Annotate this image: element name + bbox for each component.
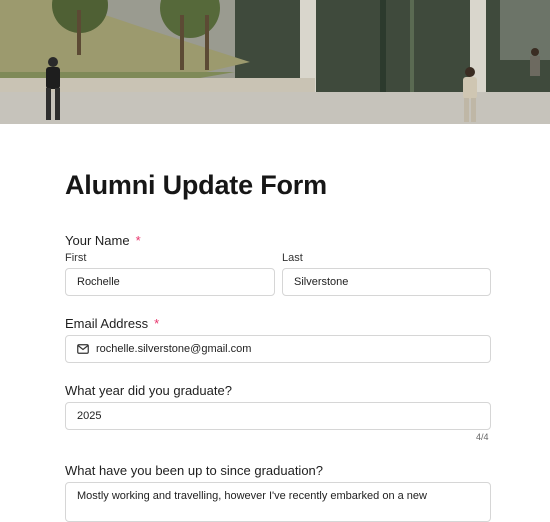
grad-year-label: What year did you graduate? xyxy=(65,383,232,398)
name-label-text: Your Name xyxy=(65,233,130,248)
last-name-value: Silverstone xyxy=(294,276,349,288)
email-label-text: Email Address xyxy=(65,316,149,331)
since-grad-label: What have you been up to since graduatio… xyxy=(65,463,324,478)
email-value: rochelle.silverstone@gmail.com xyxy=(96,343,252,355)
since-grad-value: Mostly working and travelling, however I… xyxy=(77,490,427,502)
mail-icon xyxy=(77,344,89,354)
campus-photo xyxy=(0,0,550,124)
first-name-label: First xyxy=(65,252,87,264)
header-photo xyxy=(0,0,550,124)
email-label: Email Address * xyxy=(65,316,159,331)
grad-year-input[interactable]: 2025 xyxy=(65,402,491,430)
first-name-value: Rochelle xyxy=(77,276,120,288)
since-grad-textarea[interactable]: Mostly working and travelling, however I… xyxy=(65,482,491,522)
last-name-input[interactable]: Silverstone xyxy=(282,268,491,296)
first-name-input[interactable]: Rochelle xyxy=(65,268,275,296)
grad-year-value: 2025 xyxy=(77,410,102,422)
name-label: Your Name * xyxy=(65,233,141,248)
required-asterisk: * xyxy=(135,233,141,248)
required-asterisk: * xyxy=(154,316,160,331)
char-counter: 4/4 xyxy=(476,432,489,442)
page-title: Alumni Update Form xyxy=(65,170,327,200)
email-input[interactable]: rochelle.silverstone@gmail.com xyxy=(65,335,491,363)
last-name-label: Last xyxy=(282,252,303,264)
